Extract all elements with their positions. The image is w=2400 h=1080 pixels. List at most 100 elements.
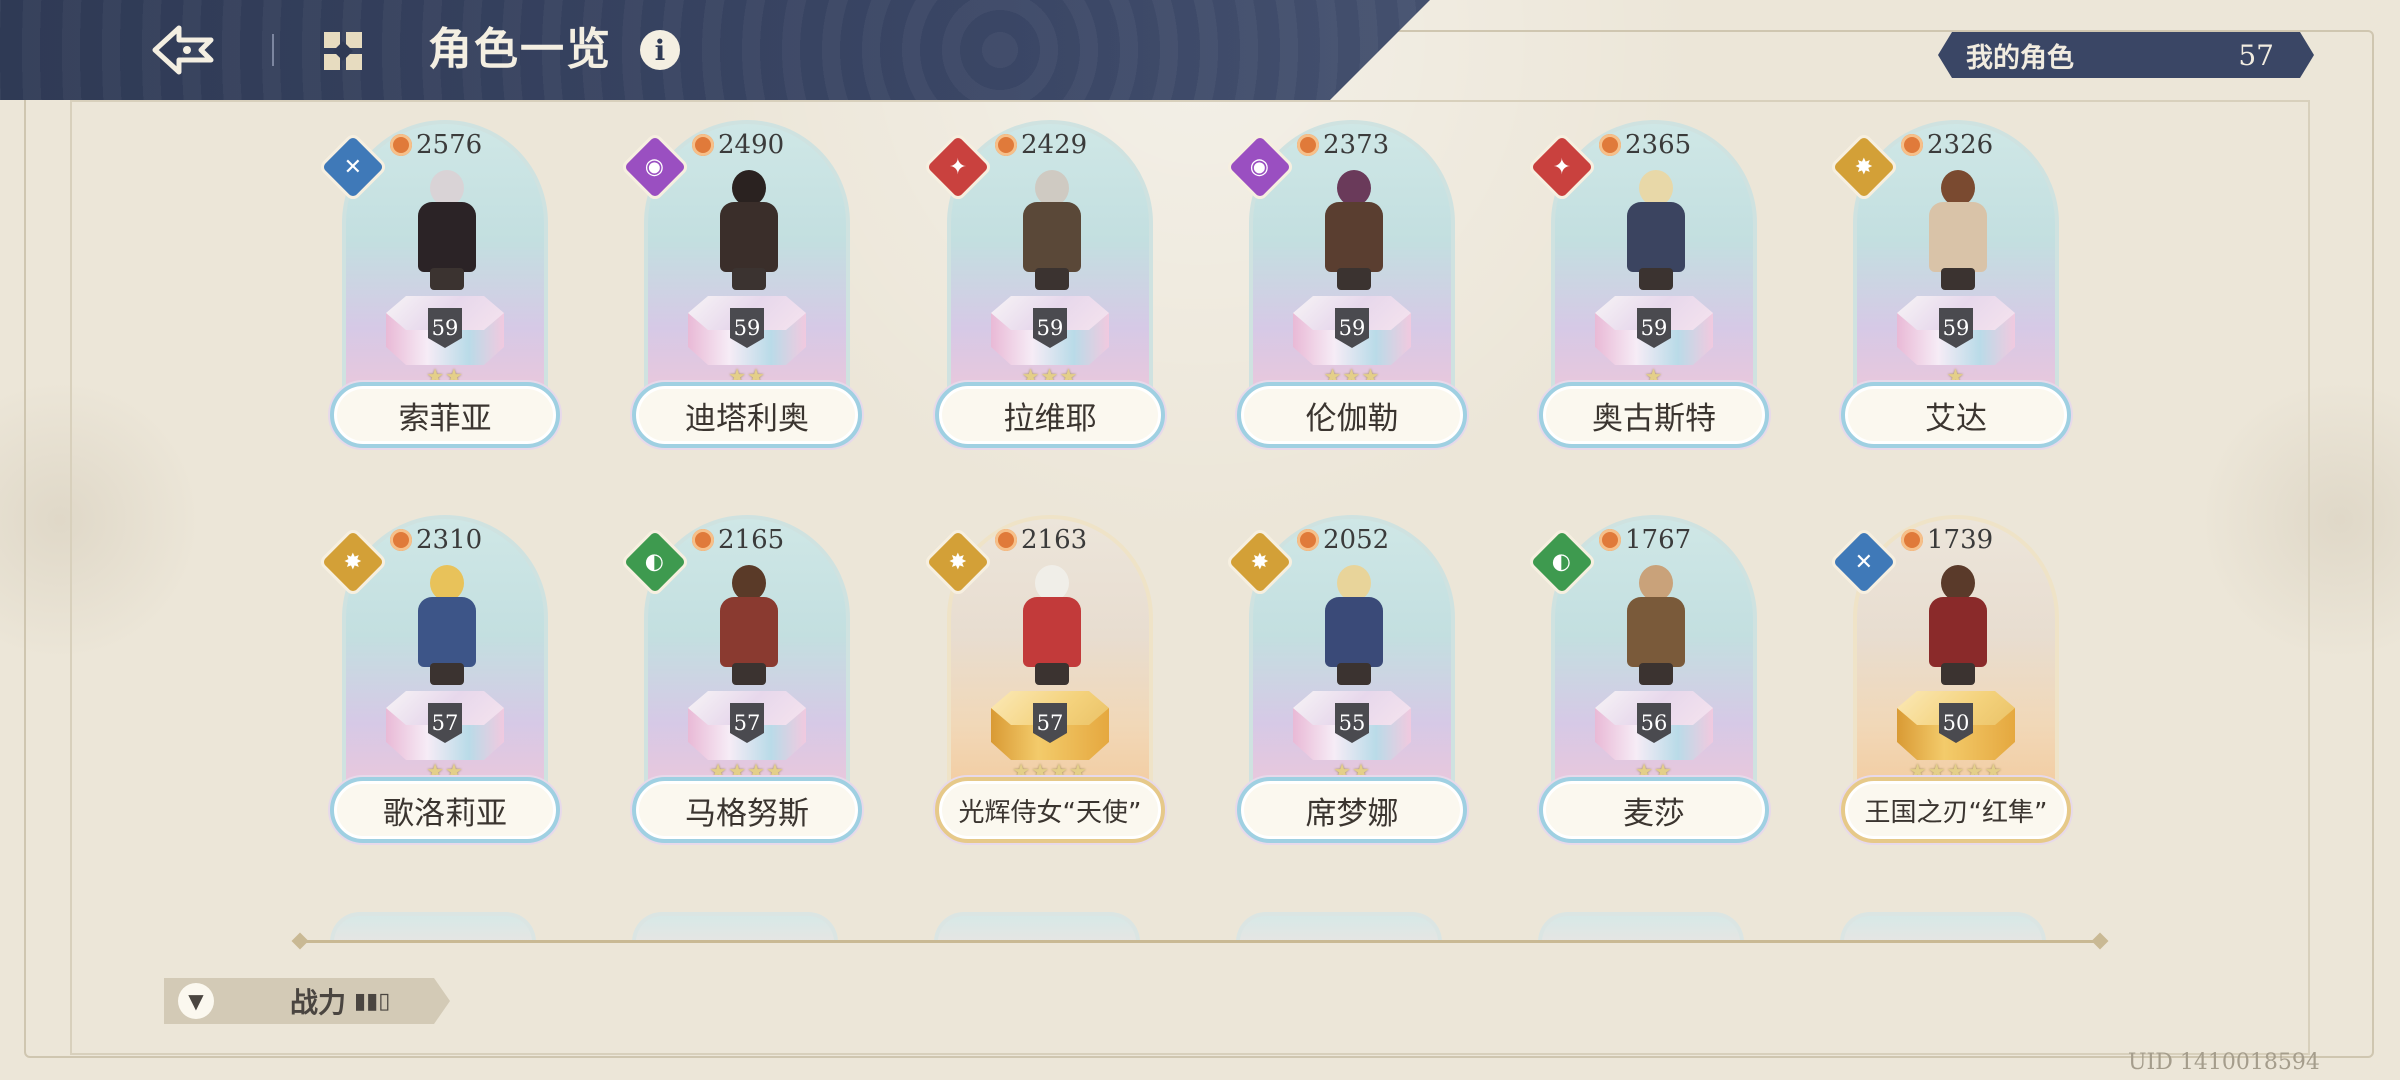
sort-filter-button[interactable]: ▼ 战力 ▮▮▯: [164, 978, 450, 1024]
pedestal: 50: [1897, 691, 2015, 763]
next-row-preview: [330, 912, 2110, 942]
back-button[interactable]: [148, 22, 218, 78]
character-name: 艾达: [1841, 382, 2071, 448]
power-display: 2490: [692, 130, 784, 160]
sprite-legs: [430, 268, 464, 290]
character-card[interactable]: 2163 ✸ 57 ★★★★ 光辉侍女“天使”: [922, 515, 1165, 845]
sprite-body: [1023, 597, 1081, 667]
pedestal: 57: [688, 691, 806, 763]
my-characters-count: 57: [2238, 38, 2274, 72]
sprite-legs: [1337, 663, 1371, 685]
pedestal: 59: [688, 296, 806, 368]
sprite-body: [720, 597, 778, 667]
sprite-legs: [430, 663, 464, 685]
pedestal: 59: [1897, 296, 2015, 368]
flame-icon: [1297, 529, 1319, 551]
power-display: 1767: [1599, 525, 1691, 555]
pedestal: 57: [386, 691, 504, 763]
character-sprite: [1911, 565, 2001, 685]
power-display: 2373: [1297, 130, 1389, 160]
sprite-head: [1035, 170, 1069, 206]
character-sprite: [400, 170, 490, 290]
sprite-head: [430, 565, 464, 601]
character-card[interactable]: 2576 ✕ 59 ★★ 索菲亚: [317, 120, 560, 450]
character-card[interactable]: 1767 ◐ 56 ★★ 麦莎: [1526, 515, 1769, 845]
sprite-head: [732, 170, 766, 206]
character-card[interactable]: 2052 ✸ 55 ★★ 席梦娜: [1224, 515, 1467, 845]
power-value: 2326: [1927, 130, 1994, 160]
sprite-head: [1941, 170, 1975, 206]
power-display: 2576: [390, 130, 482, 160]
pedestal: 59: [1595, 296, 1713, 368]
sprite-legs: [732, 268, 766, 290]
flame-icon: [390, 134, 412, 156]
flame-icon: [1901, 134, 1923, 156]
character-sprite: [1609, 565, 1699, 685]
power-value: 2365: [1625, 130, 1692, 160]
power-value: 1739: [1927, 525, 1994, 555]
character-name: 王国之刃“红隼”: [1841, 777, 2071, 843]
pedestal: 57: [991, 691, 1109, 763]
sprite-legs: [1639, 268, 1673, 290]
flame-icon: [692, 134, 714, 156]
card-peek: [934, 912, 1140, 942]
character-name: 马格努斯: [632, 777, 862, 843]
power-value: 2429: [1021, 130, 1088, 160]
character-card[interactable]: 2165 ◐ 57 ★★★★ 马格努斯: [619, 515, 862, 845]
power-value: 2310: [416, 525, 483, 555]
character-name: 迪塔利奥: [632, 382, 862, 448]
character-card[interactable]: 2310 ✸ 57 ★★ 歌洛莉亚: [317, 515, 560, 845]
character-card[interactable]: 2365 ✦ 59 ★ 奥古斯特: [1526, 120, 1769, 450]
character-sprite: [400, 565, 490, 685]
info-icon[interactable]: i: [640, 30, 680, 70]
power-value: 2576: [416, 130, 483, 160]
power-display: 2326: [1901, 130, 1993, 160]
sprite-head: [1639, 565, 1673, 601]
power-display: 2163: [995, 525, 1087, 555]
sprite-body: [1627, 202, 1685, 272]
sprite-body: [720, 202, 778, 272]
power-display: 2365: [1599, 130, 1691, 160]
character-sprite: [702, 170, 792, 290]
sprite-body: [1627, 597, 1685, 667]
flame-icon: [692, 529, 714, 551]
character-name: 麦莎: [1539, 777, 1769, 843]
character-sprite: [1307, 565, 1397, 685]
card-peek: [1840, 912, 2046, 942]
sprite-body: [418, 202, 476, 272]
character-card[interactable]: 2326 ✸ 59 ★ 艾达: [1828, 120, 2071, 450]
sprite-head: [1035, 565, 1069, 601]
pedestal: 59: [1293, 296, 1411, 368]
filter-icon: ▼: [178, 983, 214, 1019]
pedestal: 59: [386, 296, 504, 368]
power-display: 2429: [995, 130, 1087, 160]
sprite-body: [1023, 202, 1081, 272]
my-characters-label: 我的角色: [1966, 42, 2074, 74]
sprite-head: [1337, 565, 1371, 601]
character-sprite: [1911, 170, 2001, 290]
sort-label: 战力: [290, 986, 347, 1019]
character-name: 奥古斯特: [1539, 382, 1769, 448]
character-card[interactable]: 2490 ◉ 59 ★★ 迪塔利奥: [619, 120, 862, 450]
character-sprite: [702, 565, 792, 685]
power-value: 2165: [718, 525, 785, 555]
card-peek: [1236, 912, 1442, 942]
flame-icon: [390, 529, 412, 551]
flame-icon: [1599, 134, 1621, 156]
menu-button[interactable]: [322, 30, 364, 72]
character-card[interactable]: 1739 ✕ 50 ★★★★★ 王国之刃“红隼”: [1828, 515, 2071, 845]
character-card[interactable]: 2429 ✦ 59 ★★★ 拉维耶: [922, 120, 1165, 450]
header-divider: [272, 34, 274, 66]
sprite-body: [1929, 597, 1987, 667]
character-name: 光辉侍女“天使”: [935, 777, 1165, 843]
power-value: 2490: [718, 130, 785, 160]
sprite-legs: [1639, 663, 1673, 685]
my-characters-counter: 我的角色 57: [1938, 32, 2314, 78]
character-card[interactable]: 2373 ◉ 59 ★★★ 伦伽勒: [1224, 120, 1467, 450]
character-sprite: [1609, 170, 1699, 290]
bar-sort-icon: ▮▮▯: [354, 988, 391, 1014]
power-value: 2052: [1323, 525, 1390, 555]
character-name: 席梦娜: [1237, 777, 1467, 843]
sprite-head: [1639, 170, 1673, 206]
card-peek: [1538, 912, 1744, 942]
